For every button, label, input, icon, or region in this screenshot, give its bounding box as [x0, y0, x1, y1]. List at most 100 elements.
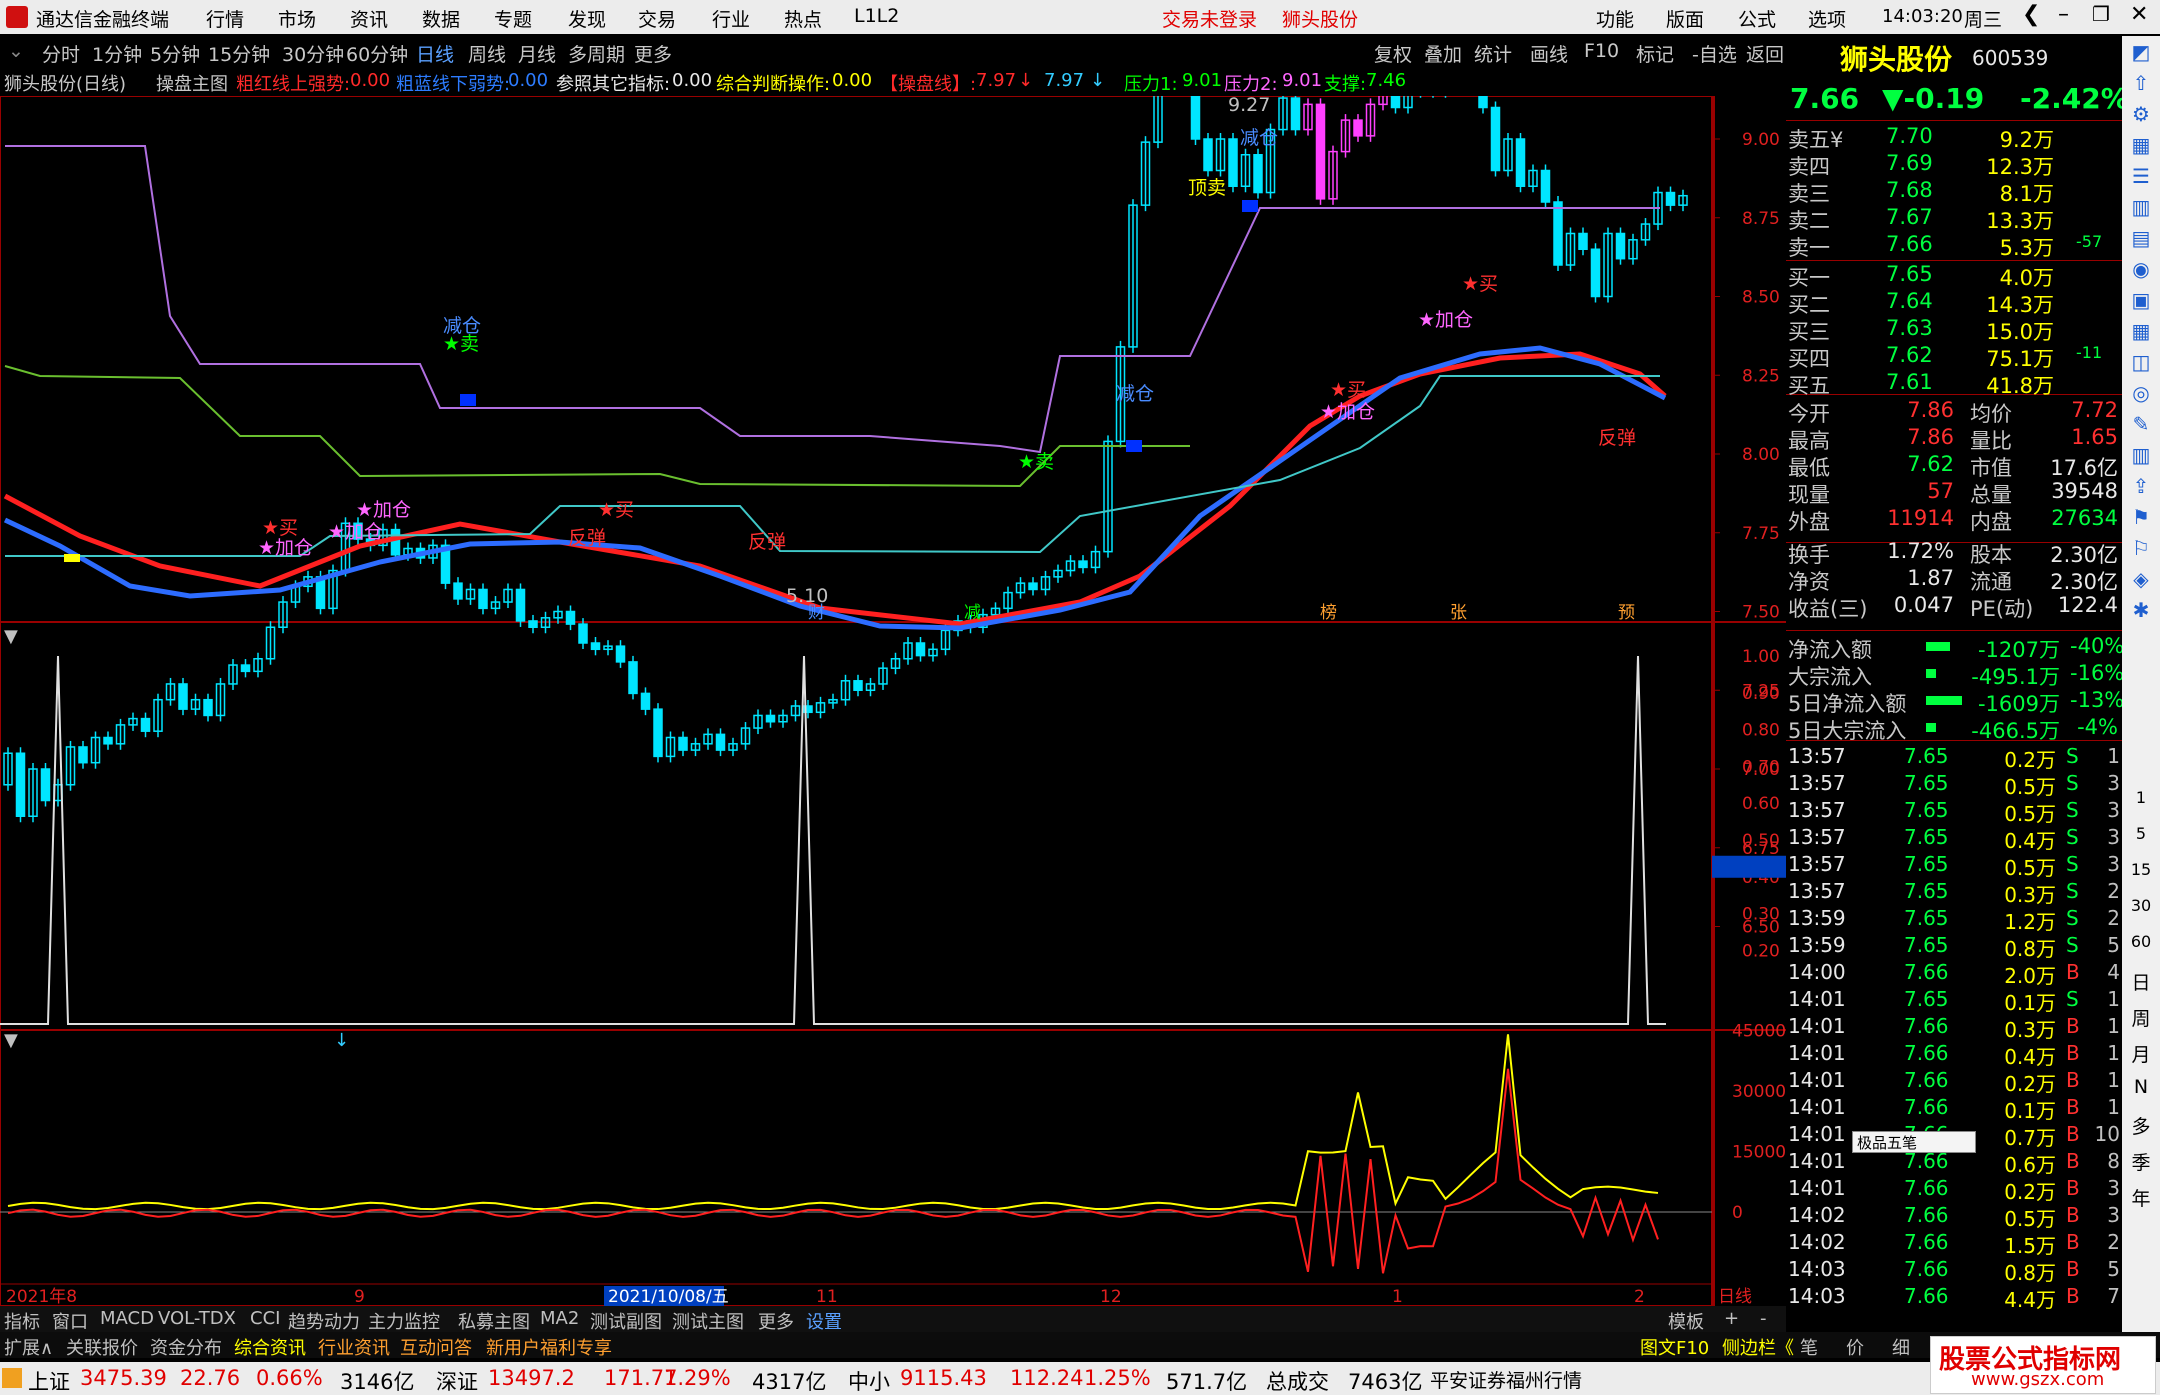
- menu-item[interactable]: 资讯: [350, 5, 388, 32]
- link-tab[interactable]: 互动问答: [400, 1334, 472, 1360]
- chart-area[interactable]: 9.008.758.508.258.007.757.507.257.006.75…: [0, 96, 1786, 1306]
- tool-icon[interactable]: ▥: [2128, 443, 2154, 469]
- template-name[interactable]: 操盘主图: [156, 70, 228, 96]
- back-icon[interactable]: ❮: [2022, 2, 2040, 27]
- tool-icon[interactable]: ✱: [2128, 598, 2154, 624]
- period-shortcut[interactable]: 周: [2122, 1004, 2160, 1031]
- tool-icon[interactable]: ◩: [2128, 40, 2154, 66]
- period-shortcut[interactable]: 多: [2122, 1112, 2160, 1139]
- period-tab[interactable]: 1分钟: [92, 40, 142, 67]
- template-control[interactable]: -: [1760, 1308, 1767, 1329]
- tool-icon[interactable]: ▦: [2128, 133, 2154, 159]
- tool-icon[interactable]: ⚙: [2128, 102, 2154, 128]
- period-shortcut[interactable]: 季: [2122, 1148, 2160, 1175]
- tool-icon[interactable]: ▤: [2128, 226, 2154, 252]
- period-tab[interactable]: 日线: [416, 40, 454, 67]
- tool-icon[interactable]: ▥: [2128, 195, 2154, 221]
- indicator-tab[interactable]: 指标: [4, 1308, 40, 1334]
- tool-icon[interactable]: ⇪: [2128, 474, 2154, 500]
- period-shortcut[interactable]: 15: [2122, 860, 2160, 879]
- period-shortcut[interactable]: 30: [2122, 896, 2160, 915]
- tool-icon[interactable]: ◉: [2128, 257, 2154, 283]
- indicator-tab[interactable]: 设置: [806, 1308, 842, 1334]
- indicator-tab[interactable]: 测试副图: [590, 1308, 662, 1334]
- right-menu-item[interactable]: 公式: [1738, 5, 1776, 32]
- period-shortcut[interactable]: N: [2122, 1076, 2160, 1098]
- period-tab[interactable]: 多周期: [568, 40, 625, 67]
- menu-square-icon[interactable]: [2, 1368, 22, 1388]
- right-menu-item[interactable]: 选项: [1808, 5, 1846, 32]
- side-tab[interactable]: 侧边栏《: [1722, 1334, 1794, 1360]
- period-shortcut[interactable]: 1: [2122, 788, 2160, 807]
- right-menu-item[interactable]: 版面: [1666, 5, 1704, 32]
- template-control[interactable]: 模板: [1668, 1308, 1704, 1334]
- tool-tab[interactable]: 复权: [1374, 40, 1412, 67]
- indicator-tab[interactable]: MACD: [100, 1308, 154, 1329]
- side-tab[interactable]: 图文F10: [1640, 1334, 1709, 1360]
- menu-item[interactable]: 热点: [784, 5, 822, 32]
- period-tab[interactable]: 15分钟: [208, 40, 270, 67]
- period-tab[interactable]: 更多: [634, 40, 672, 67]
- tool-icon[interactable]: ▦: [2128, 319, 2154, 345]
- menu-item[interactable]: 交易: [638, 5, 676, 32]
- period-shortcut[interactable]: 日: [2122, 968, 2160, 995]
- indicator-tab[interactable]: 更多: [758, 1308, 794, 1334]
- close-icon[interactable]: ✕: [2130, 2, 2148, 27]
- restore-icon[interactable]: ❐: [2092, 2, 2110, 26]
- indicator-tab[interactable]: VOL-TDX: [158, 1308, 236, 1329]
- indicator-tab[interactable]: 测试主图: [672, 1308, 744, 1334]
- menu-item[interactable]: 市场: [278, 5, 316, 32]
- tool-icon[interactable]: ◫: [2128, 350, 2154, 376]
- tool-icon[interactable]: ⚐: [2128, 536, 2154, 562]
- indicator-tab[interactable]: 主力监控: [368, 1308, 440, 1334]
- side-tab[interactable]: 价: [1846, 1334, 1864, 1360]
- period-shortcut[interactable]: 月: [2122, 1040, 2160, 1067]
- login-notice[interactable]: 交易未登录: [1162, 5, 1257, 32]
- period-shortcut[interactable]: 年: [2122, 1184, 2160, 1211]
- menu-item[interactable]: 行情: [206, 5, 244, 32]
- ime-toolbar[interactable]: 极品五笔: [1852, 1131, 1976, 1153]
- minimize-icon[interactable]: –: [2058, 2, 2069, 27]
- tool-tab[interactable]: 标记: [1636, 40, 1674, 67]
- period-shortcut[interactable]: 5: [2122, 824, 2160, 843]
- link-tab[interactable]: 扩展∧: [4, 1334, 53, 1360]
- tool-tab[interactable]: -自选: [1692, 40, 1737, 67]
- tool-tab[interactable]: 统计: [1474, 40, 1512, 67]
- menu-item[interactable]: L1L2: [854, 5, 899, 27]
- tool-icon[interactable]: ⚑: [2128, 505, 2154, 531]
- link-tab[interactable]: 综合资讯: [234, 1334, 306, 1360]
- tool-icon[interactable]: ◎: [2128, 381, 2154, 407]
- side-tab[interactable]: 细: [1892, 1334, 1910, 1360]
- period-tab[interactable]: 60分钟: [346, 40, 408, 67]
- tool-icon[interactable]: ▣: [2128, 288, 2154, 314]
- tool-tab[interactable]: 返回: [1746, 40, 1784, 67]
- link-tab[interactable]: 新用户福利专享: [486, 1334, 612, 1360]
- tool-icon[interactable]: ✎: [2128, 412, 2154, 438]
- right-menu-item[interactable]: 功能: [1596, 5, 1634, 32]
- menu-item[interactable]: 行业: [712, 5, 750, 32]
- side-tab[interactable]: 笔: [1800, 1334, 1818, 1360]
- period-tab[interactable]: 30分钟: [282, 40, 344, 67]
- link-tab[interactable]: 行业资讯: [318, 1334, 390, 1360]
- indicator-tab[interactable]: 私募主图: [458, 1308, 530, 1334]
- chevron-down-icon[interactable]: ⌄: [8, 40, 24, 62]
- tool-icon[interactable]: ☰: [2128, 164, 2154, 190]
- period-tab[interactable]: 周线: [468, 40, 506, 67]
- tool-icon[interactable]: ◈: [2128, 567, 2154, 593]
- tool-tab[interactable]: F10: [1584, 40, 1619, 62]
- link-tab[interactable]: 关联报价: [66, 1334, 138, 1360]
- tool-icon[interactable]: ⇧: [2128, 71, 2154, 97]
- indicator-tab[interactable]: CCI: [250, 1308, 280, 1329]
- template-control[interactable]: +: [1724, 1308, 1739, 1329]
- menu-item[interactable]: 专题: [494, 5, 532, 32]
- indicator-tab[interactable]: 窗口: [52, 1308, 88, 1334]
- tool-tab[interactable]: 叠加: [1424, 40, 1462, 67]
- menu-item[interactable]: 数据: [422, 5, 460, 32]
- tool-tab[interactable]: 画线: [1530, 40, 1568, 67]
- period-tab[interactable]: 5分钟: [150, 40, 200, 67]
- period-shortcut[interactable]: 60: [2122, 932, 2160, 951]
- period-tab[interactable]: 分时: [42, 40, 80, 67]
- link-tab[interactable]: 资金分布: [150, 1334, 222, 1360]
- indicator-tab[interactable]: 趋势动力: [288, 1308, 360, 1334]
- period-tab[interactable]: 月线: [518, 40, 556, 67]
